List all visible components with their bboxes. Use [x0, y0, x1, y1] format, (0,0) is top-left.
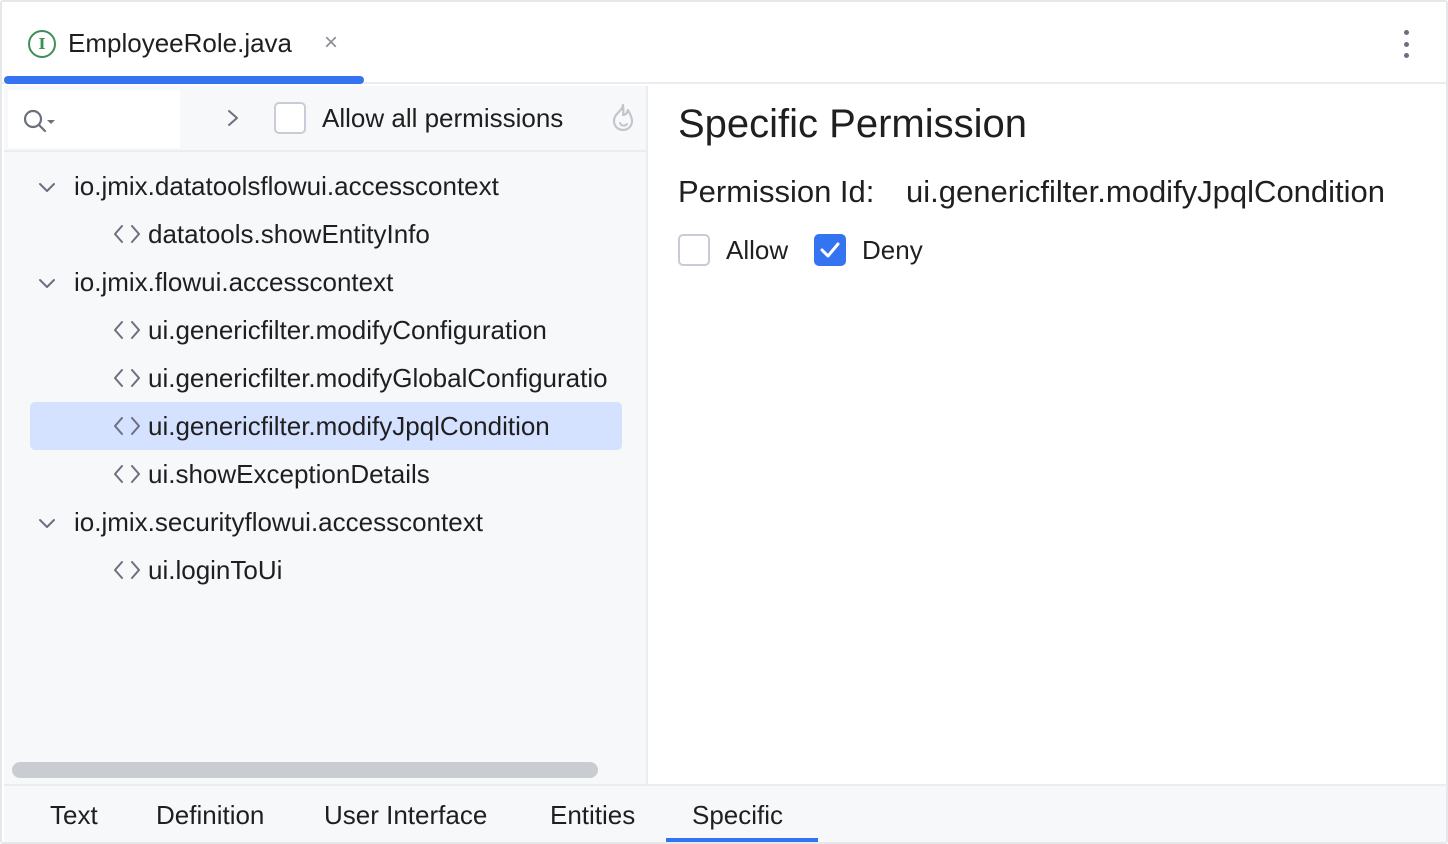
tab-specific[interactable]: Specific	[692, 800, 783, 831]
bottom-tab-bar: Text Definition User Interface Entities …	[4, 784, 1446, 842]
allow-all-permissions-label[interactable]: Allow all permissions	[322, 103, 563, 134]
tab-definition[interactable]: Definition	[156, 800, 264, 831]
tree-item-label: ui.genericfilter.modifyConfiguration	[148, 315, 547, 345]
search-field[interactable]	[8, 90, 180, 148]
tree-group-label: io.jmix.flowui.accesscontext	[74, 267, 394, 297]
code-icon	[114, 417, 140, 435]
tree-item-row[interactable]: ui.loginToUi	[4, 546, 646, 594]
permission-id-label: Permission Id:	[678, 174, 875, 209]
tree-item-row[interactable]: ui.genericfilter.modifyConfiguration	[4, 306, 646, 354]
allow-label[interactable]: Allow	[726, 235, 788, 266]
tree-item-row[interactable]: ui.genericfilter.modifyGlobalConfigurati…	[4, 354, 646, 402]
search-icon[interactable]	[22, 108, 56, 134]
code-icon	[114, 225, 140, 243]
permissions-tree: io.jmix.datatoolsflowui.accesscontext da…	[4, 154, 646, 754]
checkmark-icon	[820, 242, 840, 258]
code-icon	[114, 369, 140, 387]
permissions-tree-panel: Allow all permissions io.jmix.datatoolsf…	[4, 86, 648, 784]
chevron-down-icon[interactable]	[36, 176, 58, 198]
code-icon	[114, 561, 140, 579]
tree-item-label: datatools.showEntityInfo	[148, 219, 430, 249]
interface-icon: I	[28, 30, 56, 58]
tree-group-label: io.jmix.securityflowui.accesscontext	[74, 507, 483, 537]
editor-tab-bar: I EmployeeRole.java ×	[2, 2, 1446, 84]
deny-label[interactable]: Deny	[862, 235, 923, 266]
tree-item-label: ui.loginToUi	[148, 555, 283, 585]
permission-id-value: ui.genericfilter.modifyJpqlCondition	[906, 174, 1386, 209]
active-tab-indicator	[4, 76, 364, 84]
tab-user-interface[interactable]: User Interface	[324, 800, 487, 831]
allow-checkbox[interactable]	[678, 234, 710, 266]
tree-group-row[interactable]: io.jmix.datatoolsflowui.accesscontext	[4, 162, 646, 210]
permission-detail-panel: Specific Permission Permission Id: ui.ge…	[650, 86, 1446, 784]
chevron-down-icon[interactable]	[36, 512, 58, 534]
editor-tab[interactable]: I EmployeeRole.java ×	[2, 2, 364, 84]
tree-item-row[interactable]: ui.showExceptionDetails	[4, 450, 646, 498]
horizontal-scrollbar[interactable]	[12, 762, 598, 778]
allow-all-permissions-checkbox[interactable]	[274, 102, 306, 134]
tree-item-label: ui.genericfilter.modifyJpqlCondition	[148, 411, 550, 441]
tree-item-row[interactable]: datatools.showEntityInfo	[4, 210, 646, 258]
code-icon	[114, 465, 140, 483]
hot-reload-icon[interactable]	[608, 102, 638, 134]
tree-group-row[interactable]: io.jmix.securityflowui.accesscontext	[4, 498, 646, 546]
code-icon	[114, 321, 140, 339]
tree-toolbar: Allow all permissions	[4, 86, 648, 152]
tree-item-row-selected[interactable]: ui.genericfilter.modifyJpqlCondition	[4, 402, 646, 450]
deny-checkbox[interactable]	[814, 234, 846, 266]
active-tab-indicator	[666, 838, 818, 842]
tab-entities[interactable]: Entities	[550, 800, 635, 831]
chevron-down-icon[interactable]	[36, 272, 58, 294]
close-icon[interactable]: ×	[318, 30, 344, 56]
editor-tab-title: EmployeeRole.java	[68, 28, 293, 58]
more-options-icon[interactable]	[1396, 26, 1416, 62]
tab-text[interactable]: Text	[50, 800, 98, 831]
chevron-right-icon[interactable]	[222, 106, 244, 130]
page-title: Specific Permission	[678, 102, 1028, 146]
tree-item-label: ui.showExceptionDetails	[148, 459, 430, 489]
editor-window: I EmployeeRole.java × Allow all permissi…	[0, 0, 1448, 844]
tree-item-label: ui.genericfilter.modifyGlobalConfigurati…	[148, 363, 608, 393]
tree-group-row[interactable]: io.jmix.flowui.accesscontext	[4, 258, 646, 306]
tree-group-label: io.jmix.datatoolsflowui.accesscontext	[74, 171, 499, 201]
